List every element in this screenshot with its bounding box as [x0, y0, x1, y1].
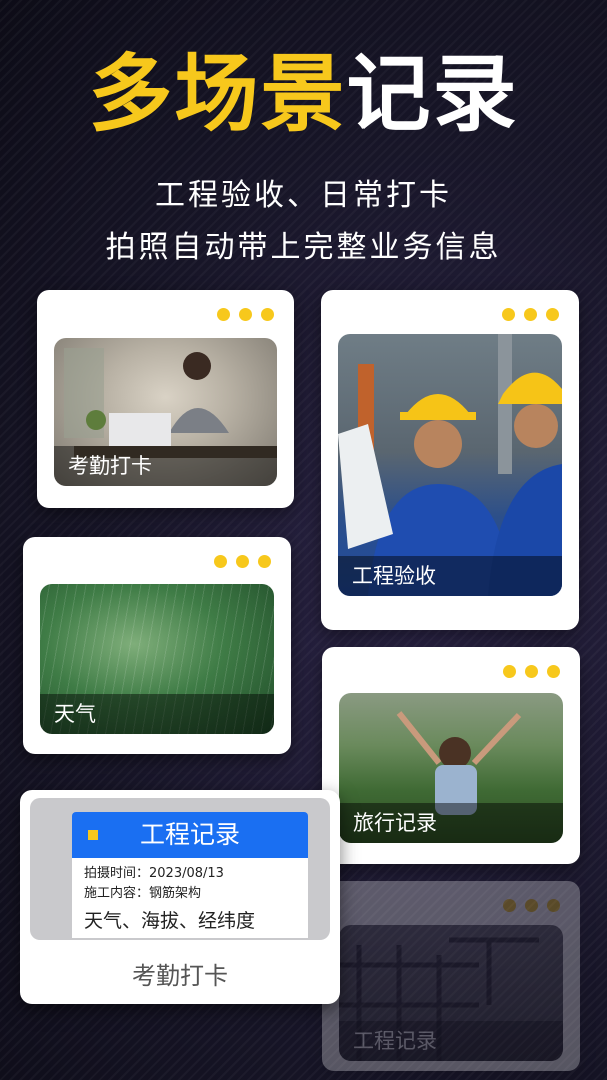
card-caption: 工程记录 [339, 1021, 563, 1061]
watermark-header: 工程记录 [72, 812, 308, 858]
watermark-time: 拍摄时间：2023/08/13 [84, 866, 224, 881]
headline-yellow: 多场景 [88, 45, 347, 143]
watermark-preview-frame: 工程记录 拍摄时间：2023/08/13 施工内容：钢筋架构 天气、海拔、经纬度 [30, 798, 330, 940]
window-dots-icon [502, 308, 559, 321]
watermark-body: 拍摄时间：2023/08/13 施工内容：钢筋架构 天气、海拔、经纬度 [72, 858, 308, 938]
window-dots-icon [503, 899, 560, 912]
watermark-footer-label: 考勤打卡 [132, 962, 228, 990]
square-icon [88, 830, 98, 840]
engineering-photo: 工程验收 [338, 334, 562, 596]
subtitle-line-1: 工程验收、日常打卡 [155, 178, 452, 213]
card-caption: 工程验收 [338, 556, 562, 596]
card-caption: 旅行记录 [339, 803, 563, 843]
window-dots-icon [503, 665, 560, 678]
card-caption: 考勤打卡 [54, 446, 277, 486]
card-caption: 天气 [40, 694, 274, 734]
headline-white: 记录 [346, 45, 519, 143]
watermark-content: 施工内容：钢筋架构 [84, 886, 202, 901]
card-weather[interactable]: 天气 [23, 537, 291, 754]
watermark-extras: 天气、海拔、经纬度 [84, 910, 256, 932]
headline: 多场景记录 [0, 44, 607, 144]
card-engineering[interactable]: 工程验收 [321, 290, 579, 630]
window-dots-icon [217, 308, 274, 321]
window-dots-icon [214, 555, 271, 568]
watermark-template-card[interactable]: 工程记录 拍摄时间：2023/08/13 施工内容：钢筋架构 天气、海拔、经纬度… [20, 790, 340, 1004]
watermark-title: 工程记录 [139, 820, 240, 849]
weather-photo: 天气 [40, 584, 274, 734]
travel-photo: 旅行记录 [339, 693, 563, 843]
card-attendance[interactable]: 考勤打卡 [37, 290, 294, 508]
card-construction-record[interactable]: 工程记录 [322, 881, 580, 1071]
construction-photo: 工程记录 [339, 925, 563, 1061]
card-travel[interactable]: 旅行记录 [322, 647, 580, 864]
subtitle-line-2: 拍照自动带上完整业务信息 [105, 230, 502, 265]
attendance-photo: 考勤打卡 [54, 338, 277, 486]
